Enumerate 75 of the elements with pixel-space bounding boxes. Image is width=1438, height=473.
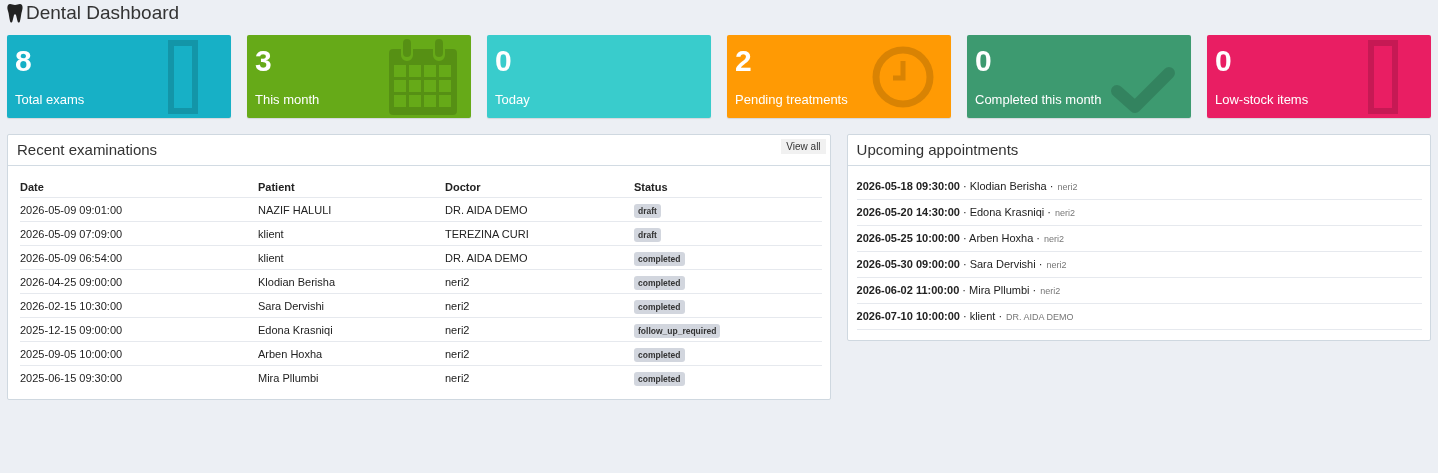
date-cell: 2026-05-09 07:09:00	[20, 221, 258, 246]
doctor-cell: neri2	[445, 269, 634, 294]
appointment-doctor: neri2	[1057, 181, 1078, 194]
stat-value: 8	[15, 43, 32, 79]
stat-label: Low-stock items	[1215, 92, 1309, 107]
stat-value: 0	[495, 43, 512, 79]
column-header: Patient	[258, 174, 445, 198]
appointment-time: 2026-07-10 10:00:00	[856, 309, 960, 324]
appointment-doctor: DR. AIDA DEMO	[1006, 311, 1074, 324]
box-icon	[1368, 40, 1398, 114]
status-badge: completed	[634, 347, 685, 362]
patient-cell: Mira Pllumbi	[258, 365, 445, 389]
page-title: Dental Dashboard	[26, 2, 180, 24]
stat-value: 0	[975, 43, 992, 79]
stat-label: Completed this month	[975, 92, 1102, 107]
date-cell: 2025-06-15 09:30:00	[20, 365, 258, 389]
stat-label: Pending treatments	[735, 92, 848, 107]
appointment-patient: · Sara Dervishi ·	[962, 257, 1043, 272]
appointment-patient: · Klodian Berisha ·	[962, 179, 1054, 194]
appointment-patient: · Mira Pllumbi ·	[962, 283, 1037, 298]
doctor-cell: neri2	[445, 293, 634, 318]
doctor-cell: DR. AIDA DEMO	[445, 197, 634, 222]
status-badge: completed	[634, 275, 685, 290]
date-cell: 2026-05-09 06:54:00	[20, 245, 258, 270]
status-badge: completed	[634, 371, 685, 386]
doctor-cell: TEREZINA CURI	[445, 221, 634, 246]
stat-value: 2	[735, 43, 752, 79]
status-badge: completed	[634, 299, 685, 314]
date-cell: 2026-05-09 09:01:00	[20, 197, 258, 222]
column-header: Status	[634, 174, 822, 198]
appointment-time: 2026-05-18 09:30:00	[856, 179, 960, 194]
box-icon	[168, 40, 198, 114]
patient-cell: Sara Dervishi	[258, 293, 445, 318]
appointment-doctor: neri2	[1040, 285, 1061, 298]
column-header: Date	[20, 174, 258, 198]
patient-cell: klient	[258, 245, 445, 270]
appointment-patient: · Edona Krasniqi ·	[962, 205, 1051, 220]
appointment-patient: · Arben Hoxha ·	[962, 231, 1040, 246]
appointment-time: 2026-06-02 11:00:00	[856, 283, 960, 298]
appointment-time: 2026-05-25 10:00:00	[856, 231, 960, 246]
tooth-icon	[7, 3, 23, 23]
stat-label: Today	[495, 92, 530, 107]
date-cell: 2025-12-15 09:00:00	[20, 317, 258, 342]
status-badge: completed	[634, 251, 685, 266]
appointment-time: 2026-05-20 14:30:00	[856, 205, 960, 220]
patient-cell: NAZIF HALULI	[258, 197, 445, 222]
doctor-cell: neri2	[445, 341, 634, 366]
stat-label: This month	[255, 92, 320, 107]
stat-label: Total exams	[15, 92, 85, 107]
patient-cell: Edona Krasniqi	[258, 317, 445, 342]
panel-title: Upcoming appointments	[856, 140, 1019, 160]
doctor-cell: neri2	[445, 317, 634, 342]
calendar-icon	[389, 39, 457, 115]
doctor-cell: DR. AIDA DEMO	[445, 245, 634, 270]
doctor-cell: neri2	[445, 365, 634, 389]
appointment-doctor: neri2	[1044, 233, 1064, 246]
patient-cell: klient	[258, 221, 445, 246]
status-badge: follow_up_required	[634, 323, 721, 338]
view-all-button[interactable]: View all	[781, 139, 826, 154]
date-cell: 2026-04-25 09:00:00	[20, 269, 258, 294]
panel-title: Recent examinations	[17, 140, 158, 160]
status-badge: draft	[634, 227, 661, 242]
column-header: Doctor	[445, 174, 634, 198]
appointment-patient: · klient ·	[962, 309, 1003, 324]
clock-icon	[872, 46, 934, 108]
date-cell: 2025-09-05 10:00:00	[20, 341, 258, 366]
stat-value: 0	[1215, 43, 1232, 79]
patient-cell: Klodian Berisha	[258, 269, 445, 294]
appointment-doctor: neri2	[1046, 259, 1067, 272]
date-cell: 2026-02-15 10:30:00	[20, 293, 258, 318]
status-badge: draft	[634, 203, 661, 218]
patient-cell: Arben Hoxha	[258, 341, 445, 366]
stat-value: 3	[255, 43, 272, 79]
appointment-doctor: neri2	[1055, 207, 1075, 220]
appointment-time: 2026-05-30 09:00:00	[856, 257, 960, 272]
